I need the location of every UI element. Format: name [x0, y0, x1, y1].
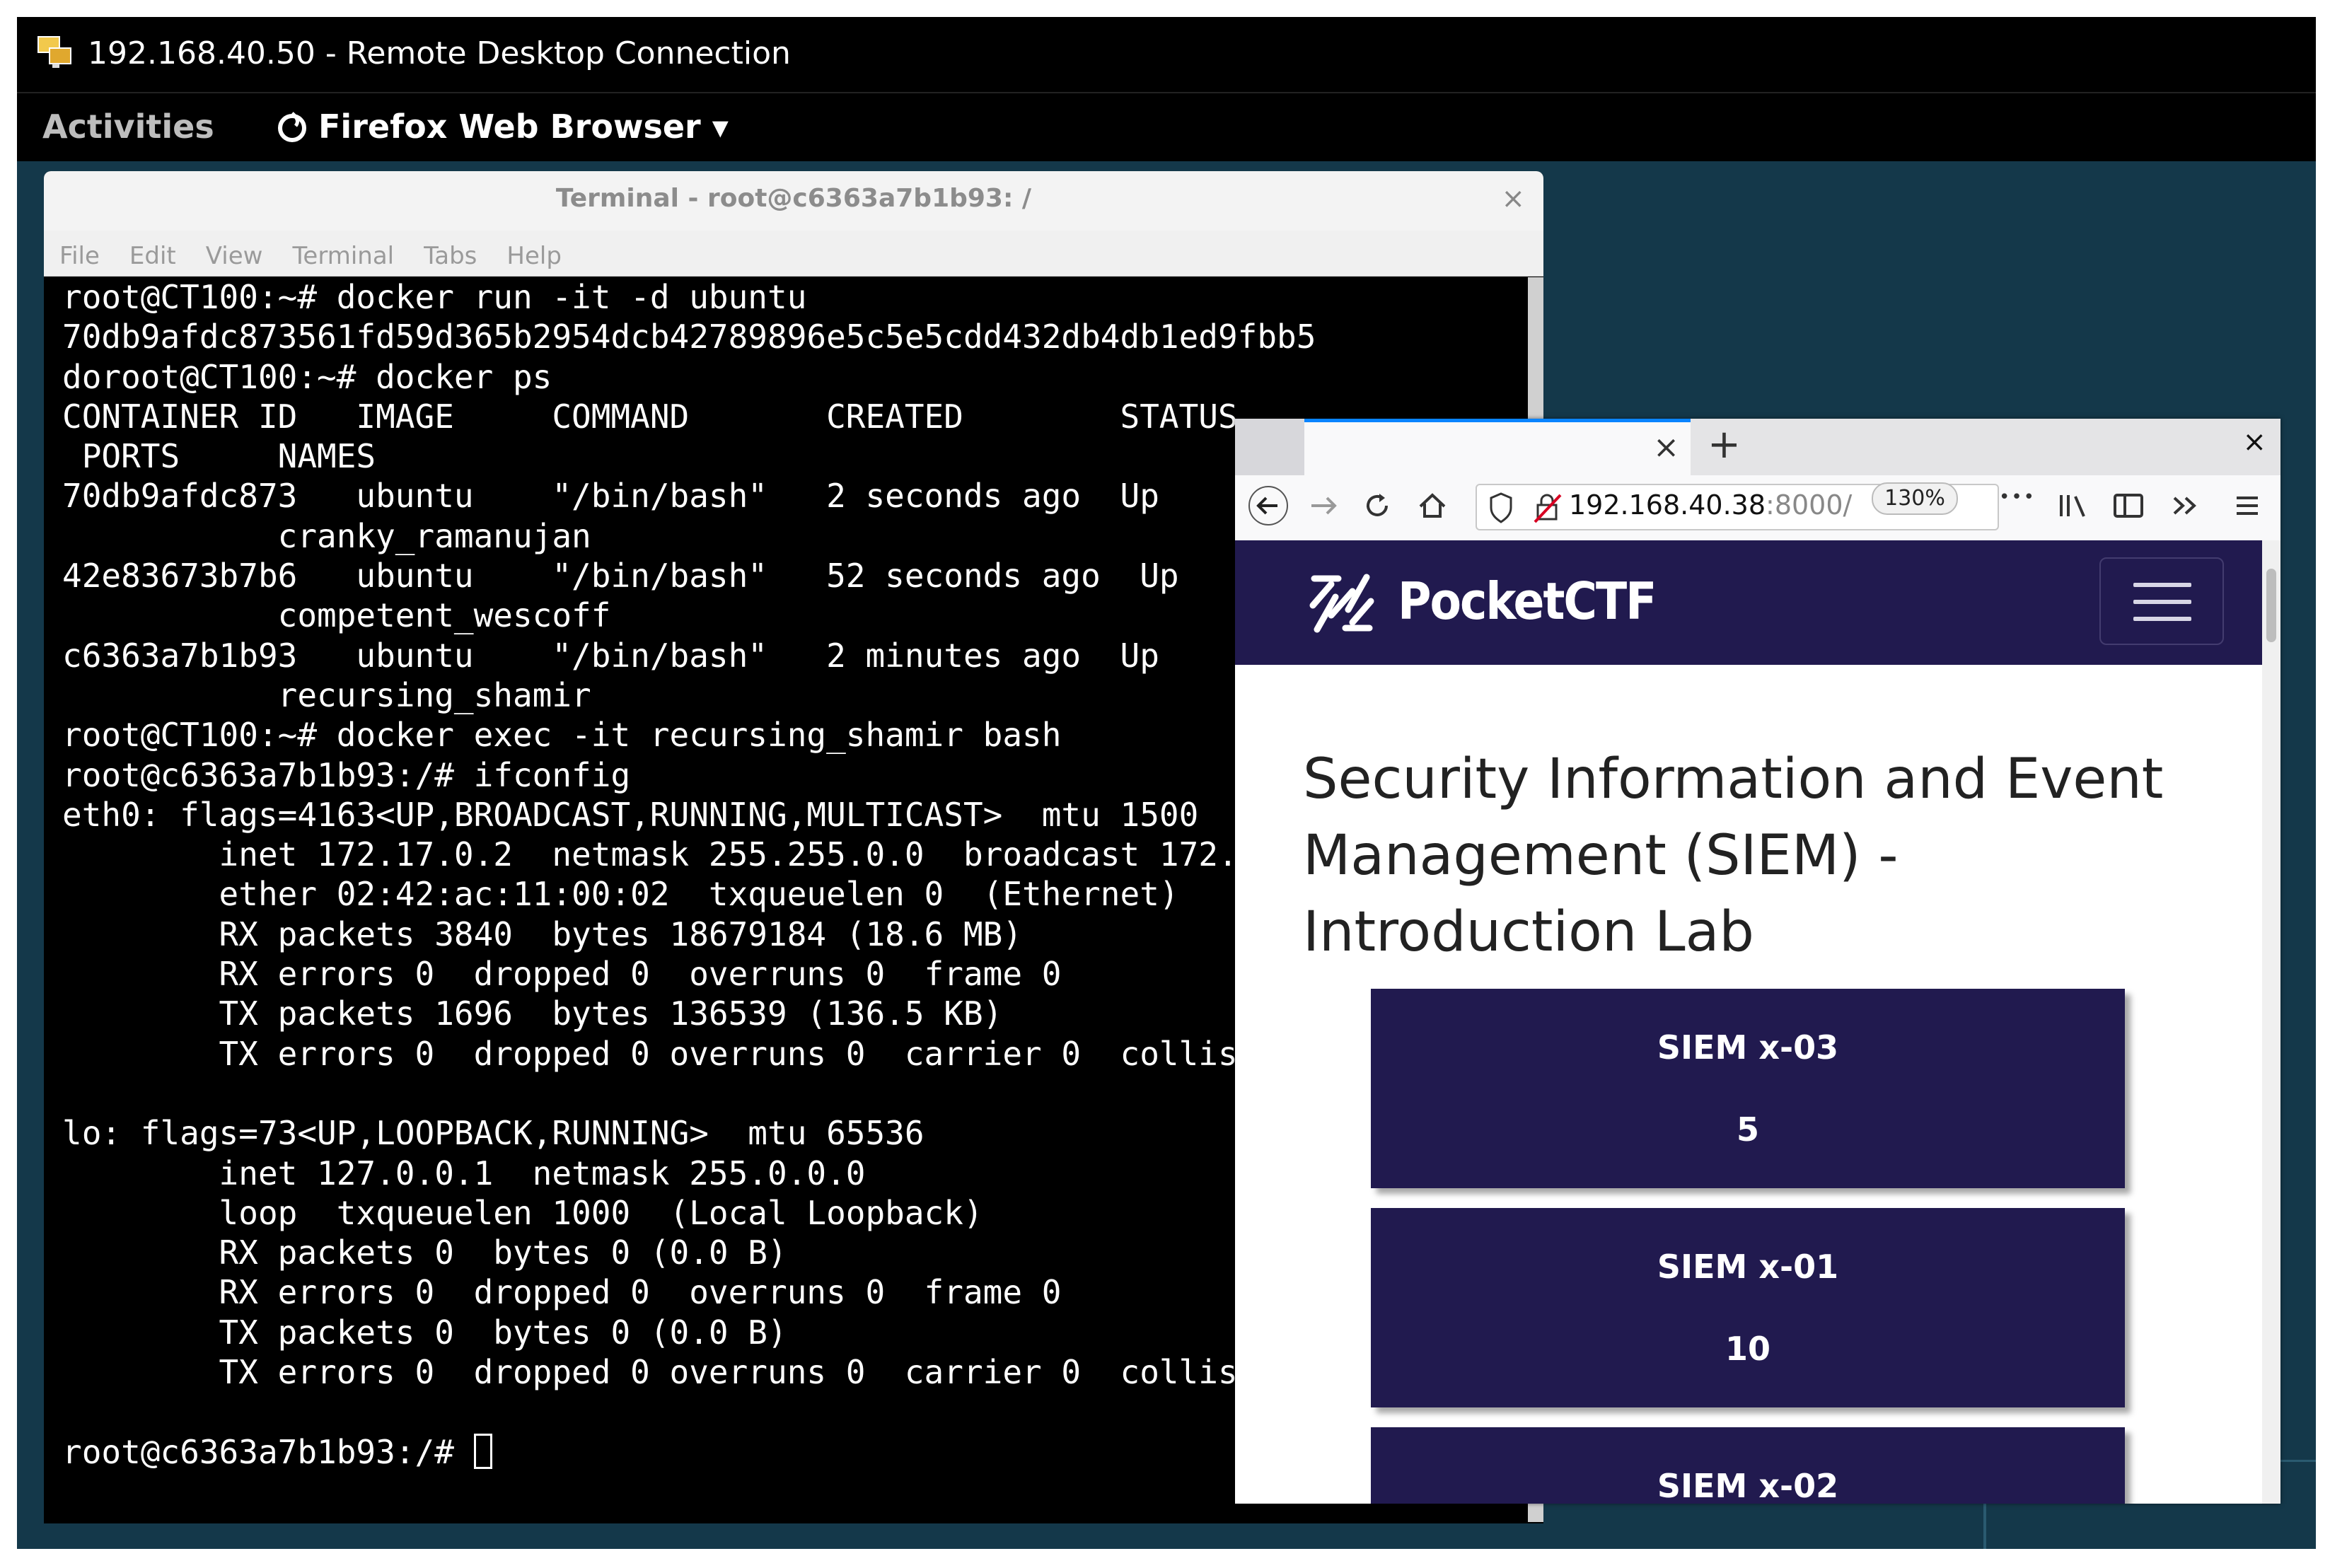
library-button[interactable]	[2056, 485, 2091, 535]
remote-desktop-icon	[37, 36, 71, 68]
terminal-line: RX packets 0 bytes 0 (0.0 B)	[219, 1233, 787, 1272]
activities-button[interactable]: Activities	[42, 108, 214, 146]
terminal-line: root@CT100:~# docker run -it -d ubuntu	[62, 278, 807, 316]
challenge-points: 5	[1736, 1110, 1759, 1149]
menu-view[interactable]: View	[190, 231, 263, 276]
firefox-tab-strip: × + ×	[1235, 419, 2280, 475]
url-host: 192.168.40.38	[1569, 489, 1766, 521]
challenge-points: 10	[1725, 1330, 1770, 1368]
sidebar-icon	[2114, 494, 2143, 518]
pocketctf-logo-icon[interactable]	[1303, 564, 1381, 642]
remote-desktop-window: 192.168.40.50 - Remote Desktop Connectio…	[17, 17, 2316, 1549]
terminal-line: eth0: flags=4163<UP,BROADCAST,RUNNING,MU…	[62, 795, 1199, 834]
terminal-line: loop txqueuelen 1000 (Local Loopback)	[219, 1193, 983, 1232]
menu-edit[interactable]: Edit	[114, 231, 176, 276]
insecure-lock-icon	[1534, 494, 1562, 523]
challenge-card-siem-x-03[interactable]: SIEM x-03 5	[1371, 989, 2125, 1188]
challenge-name: SIEM x-02	[1657, 1467, 1839, 1504]
firefox-menu-button[interactable]	[2231, 485, 2264, 535]
pocketctf-navbar: PocketCTF	[1235, 540, 2262, 665]
terminal-line: ether 02:42:ac:11:00:02 txqueuelen 0 (Et…	[219, 875, 1179, 914]
terminal-line: TX packets 0 bytes 0 (0.0 B)	[219, 1313, 787, 1352]
terminal-line: 42e83673b7b6 ubuntu "/bin/bash" 52 secon…	[62, 557, 1179, 596]
home-icon	[1419, 493, 1446, 518]
terminal-line: PORTS NAMES	[81, 437, 376, 476]
firefox-window[interactable]: × + × 192.168.40.38:8000/ 130% ••• Pocke…	[1235, 419, 2280, 1504]
url-port: :8000/	[1766, 489, 1853, 521]
terminal-line: cranky_ramanujan	[277, 516, 591, 555]
firefox-icon	[278, 112, 306, 142]
challenge-name: SIEM x-01	[1657, 1248, 1839, 1286]
rdp-title: 192.168.40.50 - Remote Desktop Connectio…	[88, 35, 791, 71]
overflow-button[interactable]	[2167, 485, 2203, 535]
back-arrow-icon	[1248, 486, 1288, 525]
rdp-title-bar: 192.168.40.50 - Remote Desktop Connectio…	[17, 17, 2316, 92]
terminal-line: RX errors 0 dropped 0 overruns 0 frame 0	[219, 955, 1062, 994]
terminal-menubar: File Edit View Terminal Tabs Help	[44, 231, 1543, 277]
new-tab-button[interactable]: +	[1708, 422, 1741, 468]
library-icon	[2060, 495, 2085, 517]
url-text: 192.168.40.38:8000/	[1569, 489, 1852, 521]
web-page[interactable]: PocketCTF Security Information and Event…	[1235, 540, 2262, 1504]
terminal-line: 70db9afdc873561fd59d365b2954dcb42789896e…	[62, 318, 1316, 356]
menu-tabs[interactable]: Tabs	[408, 231, 477, 276]
lab-title: Security Information and Event Managemen…	[1303, 748, 2164, 964]
menu-help[interactable]: Help	[491, 231, 562, 276]
terminal-line: TX packets 1696 bytes 136539 (136.5 KB)	[219, 994, 1003, 1033]
app-menu-button[interactable]: Firefox Web Browser ▾	[276, 108, 729, 146]
page-scrollbar[interactable]	[2262, 540, 2280, 1504]
challenge-card-siem-x-01[interactable]: SIEM x-01 10	[1371, 1208, 2125, 1407]
toggler-bar	[2133, 600, 2191, 604]
terminal-close-button[interactable]: ×	[1501, 182, 1525, 215]
terminal-line: root@CT100:~# docker exec -it recursing_…	[62, 716, 1062, 755]
tab-strip-space	[1235, 419, 1304, 475]
zoom-indicator[interactable]: 130%	[1872, 482, 1958, 515]
terminal-line: inet 127.0.0.1 netmask 255.0.0.0	[219, 1154, 866, 1192]
terminal-line: root@c6363a7b1b93:/# ifconfig	[62, 755, 631, 794]
terminal-line: doroot@CT100:~# docker ps	[62, 357, 552, 396]
terminal-line: RX errors 0 dropped 0 overruns 0 frame 0	[219, 1273, 1062, 1312]
shield-icon	[1490, 492, 1512, 523]
home-button[interactable]	[1416, 485, 1449, 535]
terminal-title-bar[interactable]: Terminal - root@c6363a7b1b93: / ×	[44, 171, 1543, 231]
back-button[interactable]	[1248, 485, 1289, 535]
menu-terminal[interactable]: Terminal	[277, 231, 394, 276]
terminal-line: competent_wescoff	[277, 596, 611, 635]
tab-close-button[interactable]: ×	[1653, 429, 1679, 465]
terminal-line: recursing_shamir	[277, 675, 591, 714]
terminal-prompt: root@c6363a7b1b93:/#	[62, 1432, 474, 1471]
terminal-line: c6363a7b1b93 ubuntu "/bin/bash" 2 minute…	[62, 636, 1159, 675]
sidebar-button[interactable]	[2111, 485, 2146, 535]
page-actions-button[interactable]: •••	[1999, 487, 2036, 508]
toggler-bar	[2133, 617, 2191, 621]
terminal-line: RX packets 3840 bytes 18679184 (18.6 MB)	[219, 914, 1023, 953]
menu-file[interactable]: File	[44, 231, 100, 276]
terminal-line: inet 172.17.0.2 netmask 255.255.0.0 broa…	[219, 835, 1434, 874]
window-close-button[interactable]: ×	[2242, 426, 2266, 458]
app-menu-label: Firefox Web Browser ▾	[318, 108, 729, 146]
scrollbar-thumb[interactable]	[2266, 569, 2276, 642]
hamburger-menu-icon	[2237, 496, 2258, 515]
forward-button[interactable]	[1307, 485, 1340, 535]
reload-button[interactable]	[1361, 485, 1393, 535]
firefox-tab[interactable]: ×	[1304, 419, 1691, 475]
challenge-name: SIEM x-03	[1657, 1028, 1839, 1067]
firefox-navbar: 192.168.40.38:8000/ 130% •••	[1235, 475, 2280, 541]
terminal-line: 70db9afdc873 ubuntu "/bin/bash" 2 second…	[62, 477, 1159, 516]
terminal-cursor	[473, 1433, 492, 1469]
gnome-top-bar: Activities Firefox Web Browser ▾	[17, 92, 2316, 161]
reload-icon	[1367, 494, 1388, 516]
chevron-double-right-icon	[2173, 496, 2196, 515]
pocketctf-brand[interactable]: PocketCTF	[1398, 571, 1657, 631]
forward-arrow-icon	[1311, 496, 1337, 515]
challenge-card-siem-x-02[interactable]: SIEM x-02	[1371, 1427, 2125, 1504]
terminal-line: CONTAINER ID IMAGE COMMAND CREATED STATU…	[62, 397, 1238, 436]
navbar-toggler-button[interactable]	[2099, 557, 2224, 645]
toggler-bar	[2133, 583, 2191, 587]
terminal-line: TX errors 0 dropped 0 overruns 0 carrier…	[219, 1034, 1355, 1073]
terminal-line: lo: flags=73<UP,LOOPBACK,RUNNING> mtu 65…	[62, 1114, 925, 1153]
terminal-title: Terminal - root@c6363a7b1b93: /	[555, 184, 1032, 213]
terminal-line: TX errors 0 dropped 0 overruns 0 carrier…	[219, 1353, 1355, 1392]
